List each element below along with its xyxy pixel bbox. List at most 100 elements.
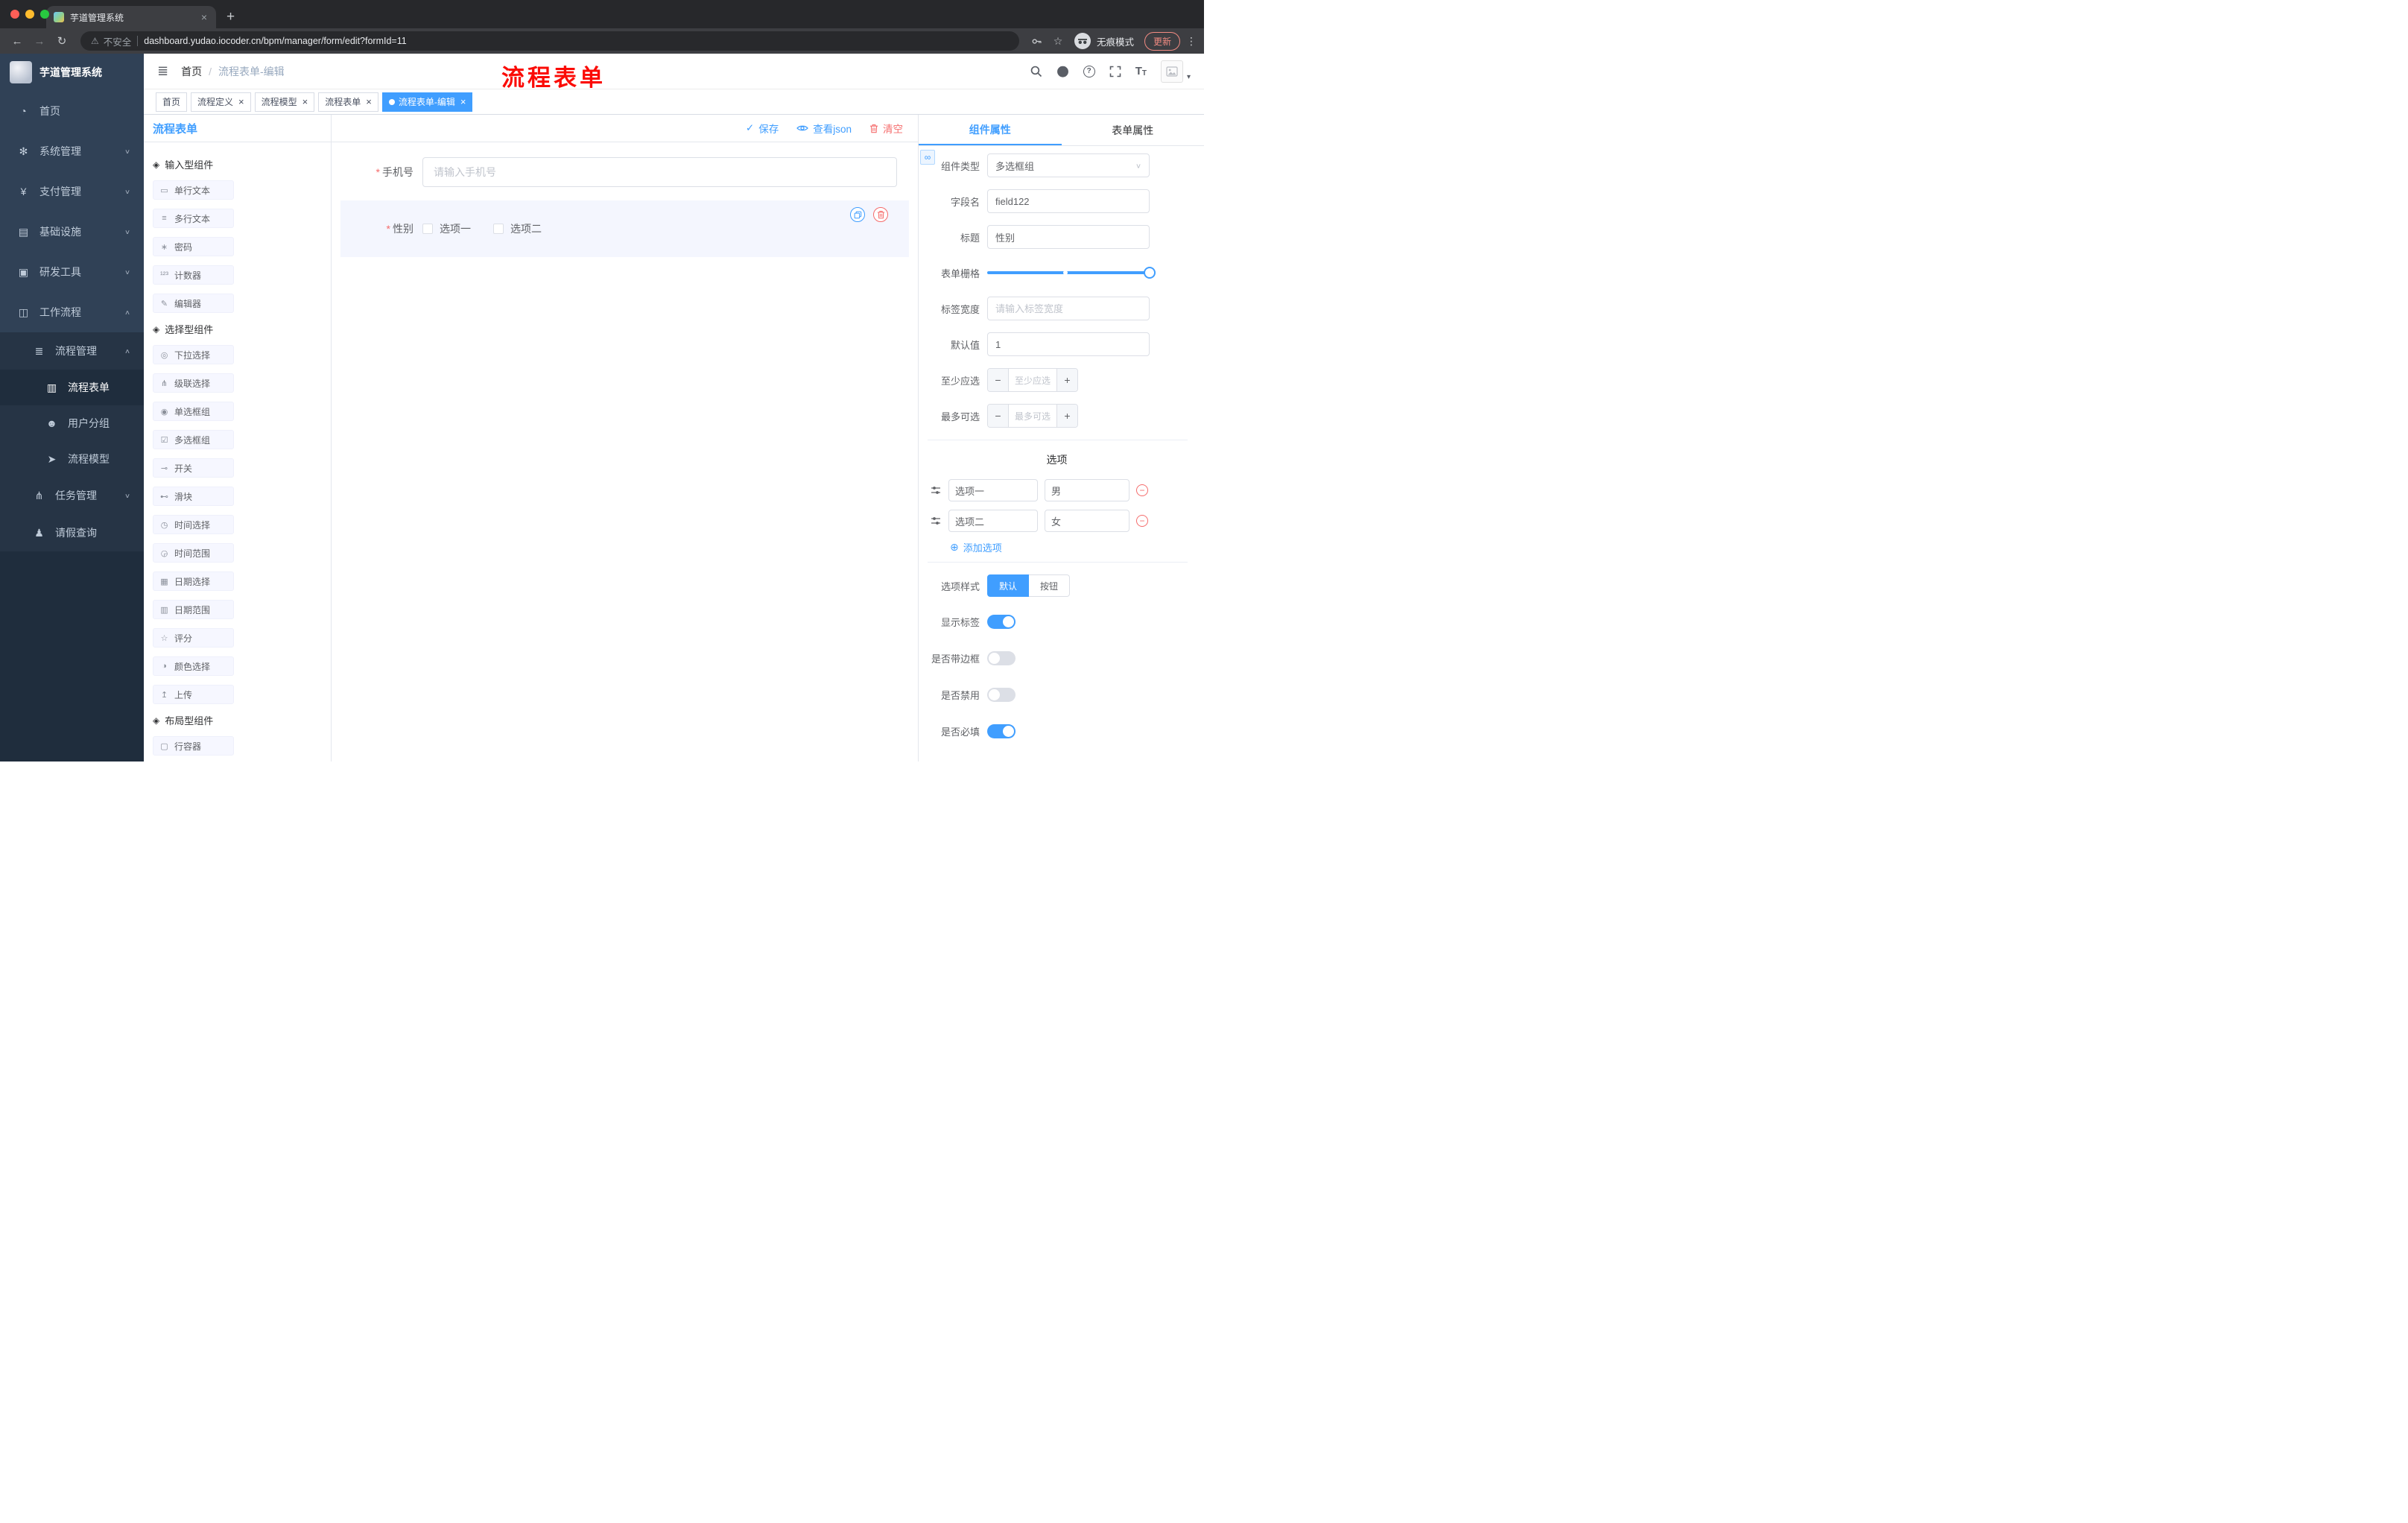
max-select-value[interactable]: 最多可选	[1009, 405, 1056, 427]
security-indicator[interactable]: ⚠ 不安全	[91, 34, 131, 48]
palette-item-time-picker[interactable]: ◷ 时间选择	[153, 515, 234, 534]
hamburger-icon[interactable]: ≣	[157, 63, 168, 79]
minus-button[interactable]: −	[988, 369, 1009, 391]
update-button[interactable]: 更新	[1144, 31, 1180, 51]
drag-handle-icon[interactable]	[931, 516, 942, 526]
sidebar-item-payment-management[interactable]: ¥ 支付管理 ∨	[0, 171, 144, 212]
style-default-button[interactable]: 默认	[987, 574, 1030, 597]
add-option-button[interactable]: ⊕ 添加选项	[950, 540, 1192, 554]
tag-process-model[interactable]: 流程模型 ×	[254, 92, 315, 112]
min-select-value[interactable]: 至少应选	[1009, 369, 1056, 391]
palette-item-slider[interactable]: ⊷ 滑块	[153, 487, 234, 506]
palette-item-single-line-text[interactable]: ▭ 单行文本	[153, 180, 234, 200]
window-close-button[interactable]	[10, 10, 19, 19]
github-icon[interactable]	[1056, 65, 1069, 77]
style-button-button[interactable]: 按钮	[1029, 574, 1071, 597]
sidebar-item-process-form[interactable]: ▥ 流程表单	[0, 370, 144, 405]
help-icon[interactable]: ?	[1083, 65, 1095, 77]
show-label-toggle[interactable]	[987, 615, 1016, 629]
sidebar-item-dev-tools[interactable]: ▣ 研发工具 ∨	[0, 252, 144, 292]
palette-item-counter[interactable]: ¹²³ 计数器	[153, 265, 234, 285]
sidebar-item-task-management[interactable]: ⋔ 任务管理 ∨	[0, 477, 144, 514]
password-key-icon[interactable]	[1028, 36, 1046, 47]
fullscreen-icon[interactable]	[1109, 66, 1121, 77]
palette-item-time-range[interactable]: ◶ 时间范围	[153, 543, 234, 563]
tag-home[interactable]: 首页	[156, 92, 188, 112]
gender-option2-checkbox[interactable]: 选项二	[493, 221, 542, 236]
palette-item-switch[interactable]: ⊸ 开关	[153, 458, 234, 478]
phone-input[interactable]	[422, 157, 897, 187]
plus-button[interactable]: +	[1056, 405, 1077, 427]
browser-menu-icon[interactable]: ⋮	[1186, 35, 1197, 48]
tag-process-form[interactable]: 流程表单 ×	[318, 92, 378, 112]
tag-process-definition[interactable]: 流程定义 ×	[191, 92, 251, 112]
slider-track[interactable]	[987, 267, 1156, 279]
minus-button[interactable]: −	[988, 405, 1009, 427]
sidebar-item-infrastructure[interactable]: ▤ 基础设施 ∨	[0, 212, 144, 252]
sidebar-logo[interactable]: 芋道管理系统	[0, 54, 144, 91]
palette-item-date-picker[interactable]: ▦ 日期选择	[153, 571, 234, 591]
bookmark-star-icon[interactable]: ☆	[1049, 35, 1067, 48]
sidebar-item-user-group[interactable]: ☻ 用户分组	[0, 405, 144, 441]
gender-option1-checkbox[interactable]: 选项一	[422, 221, 471, 236]
delete-component-button[interactable]	[873, 207, 888, 222]
slider-handle[interactable]	[1144, 267, 1156, 279]
palette-item-date-range[interactable]: ▥ 日期范围	[153, 600, 234, 619]
breadcrumb-home[interactable]: 首页	[181, 64, 202, 79]
address-bar[interactable]: ⚠ 不安全 dashboard.yudao.iocoder.cn/bpm/man…	[80, 31, 1019, 51]
tab-form-props[interactable]: 表单属性	[1062, 115, 1205, 145]
option-name-input[interactable]	[948, 510, 1038, 532]
tag-close-icon[interactable]: ×	[366, 97, 372, 107]
clear-button[interactable]: 清空	[869, 121, 903, 136]
save-button[interactable]: ✓ 保存	[746, 121, 779, 136]
palette-item-select[interactable]: ◎ 下拉选择	[153, 345, 234, 364]
user-avatar[interactable]: ▾	[1160, 60, 1191, 83]
tag-close-icon[interactable]: ×	[460, 97, 466, 107]
tab-component-props[interactable]: 组件属性	[919, 115, 1062, 145]
gender-field-row[interactable]: * 性别 选项一 选项二	[340, 218, 909, 239]
font-size-icon[interactable]: TT	[1135, 65, 1147, 77]
link-icon[interactable]: ∞	[920, 150, 935, 165]
bordered-toggle[interactable]	[987, 651, 1016, 665]
tag-close-icon[interactable]: ×	[238, 97, 244, 107]
forward-button[interactable]: →	[30, 35, 49, 48]
palette-item-multi-line-text[interactable]: ≡ 多行文本	[153, 209, 234, 228]
label-width-input[interactable]	[987, 297, 1150, 320]
title-input[interactable]	[987, 225, 1150, 249]
tag-close-icon[interactable]: ×	[302, 97, 308, 107]
tab-close-icon[interactable]: ×	[200, 11, 209, 23]
copy-component-button[interactable]	[850, 207, 865, 222]
plus-button[interactable]: +	[1056, 369, 1077, 391]
back-button[interactable]: ←	[7, 35, 27, 48]
field-name-input[interactable]	[987, 189, 1150, 213]
default-value-input[interactable]	[987, 332, 1150, 356]
palette-item-editor[interactable]: ✎ 编辑器	[153, 294, 234, 313]
required-toggle[interactable]	[987, 724, 1016, 738]
palette-item-rate[interactable]: ☆ 评分	[153, 628, 234, 647]
browser-tab[interactable]: 芋道管理系统 ×	[46, 6, 216, 28]
sidebar-item-workflow[interactable]: ◫ 工作流程 ∧	[0, 292, 144, 332]
sidebar-item-process-management[interactable]: ≣ 流程管理 ∧	[0, 332, 144, 370]
remove-option-icon[interactable]: −	[1136, 515, 1148, 527]
component-type-select[interactable]: 多选框组 ∨	[987, 153, 1150, 177]
sidebar-item-leave-query[interactable]: ♟ 请假查询	[0, 514, 144, 551]
phone-field-row[interactable]: * 手机号	[340, 154, 909, 190]
selected-component[interactable]: * 性别 选项一 选项二	[340, 200, 909, 257]
view-json-button[interactable]: 查看json	[796, 121, 852, 136]
palette-item-password[interactable]: ∗ 密码	[153, 237, 234, 256]
new-tab-button[interactable]: +	[226, 10, 235, 24]
option-value-input[interactable]	[1045, 479, 1129, 501]
option-value-input[interactable]	[1045, 510, 1129, 532]
palette-item-upload[interactable]: ↥ 上传	[153, 685, 234, 704]
palette-item-row-container[interactable]: ▢ 行容器	[153, 736, 234, 756]
sidebar-item-process-model[interactable]: ➤ 流程模型	[0, 441, 144, 477]
sidebar-item-home[interactable]: ◔ 首页	[0, 91, 144, 131]
window-minimize-button[interactable]	[25, 10, 34, 19]
palette-item-radio-group[interactable]: ◉ 单选框组	[153, 402, 234, 421]
reload-button[interactable]: ↻	[52, 34, 72, 48]
palette-item-checkbox-group[interactable]: ☑ 多选框组	[153, 430, 234, 449]
palette-item-color-picker[interactable]: ◑ 颜色选择	[153, 656, 234, 676]
sidebar-item-system-management[interactable]: ✻ 系统管理 ∨	[0, 131, 144, 171]
palette-item-cascader[interactable]: ⋔ 级联选择	[153, 373, 234, 393]
window-zoom-button[interactable]	[40, 10, 49, 19]
